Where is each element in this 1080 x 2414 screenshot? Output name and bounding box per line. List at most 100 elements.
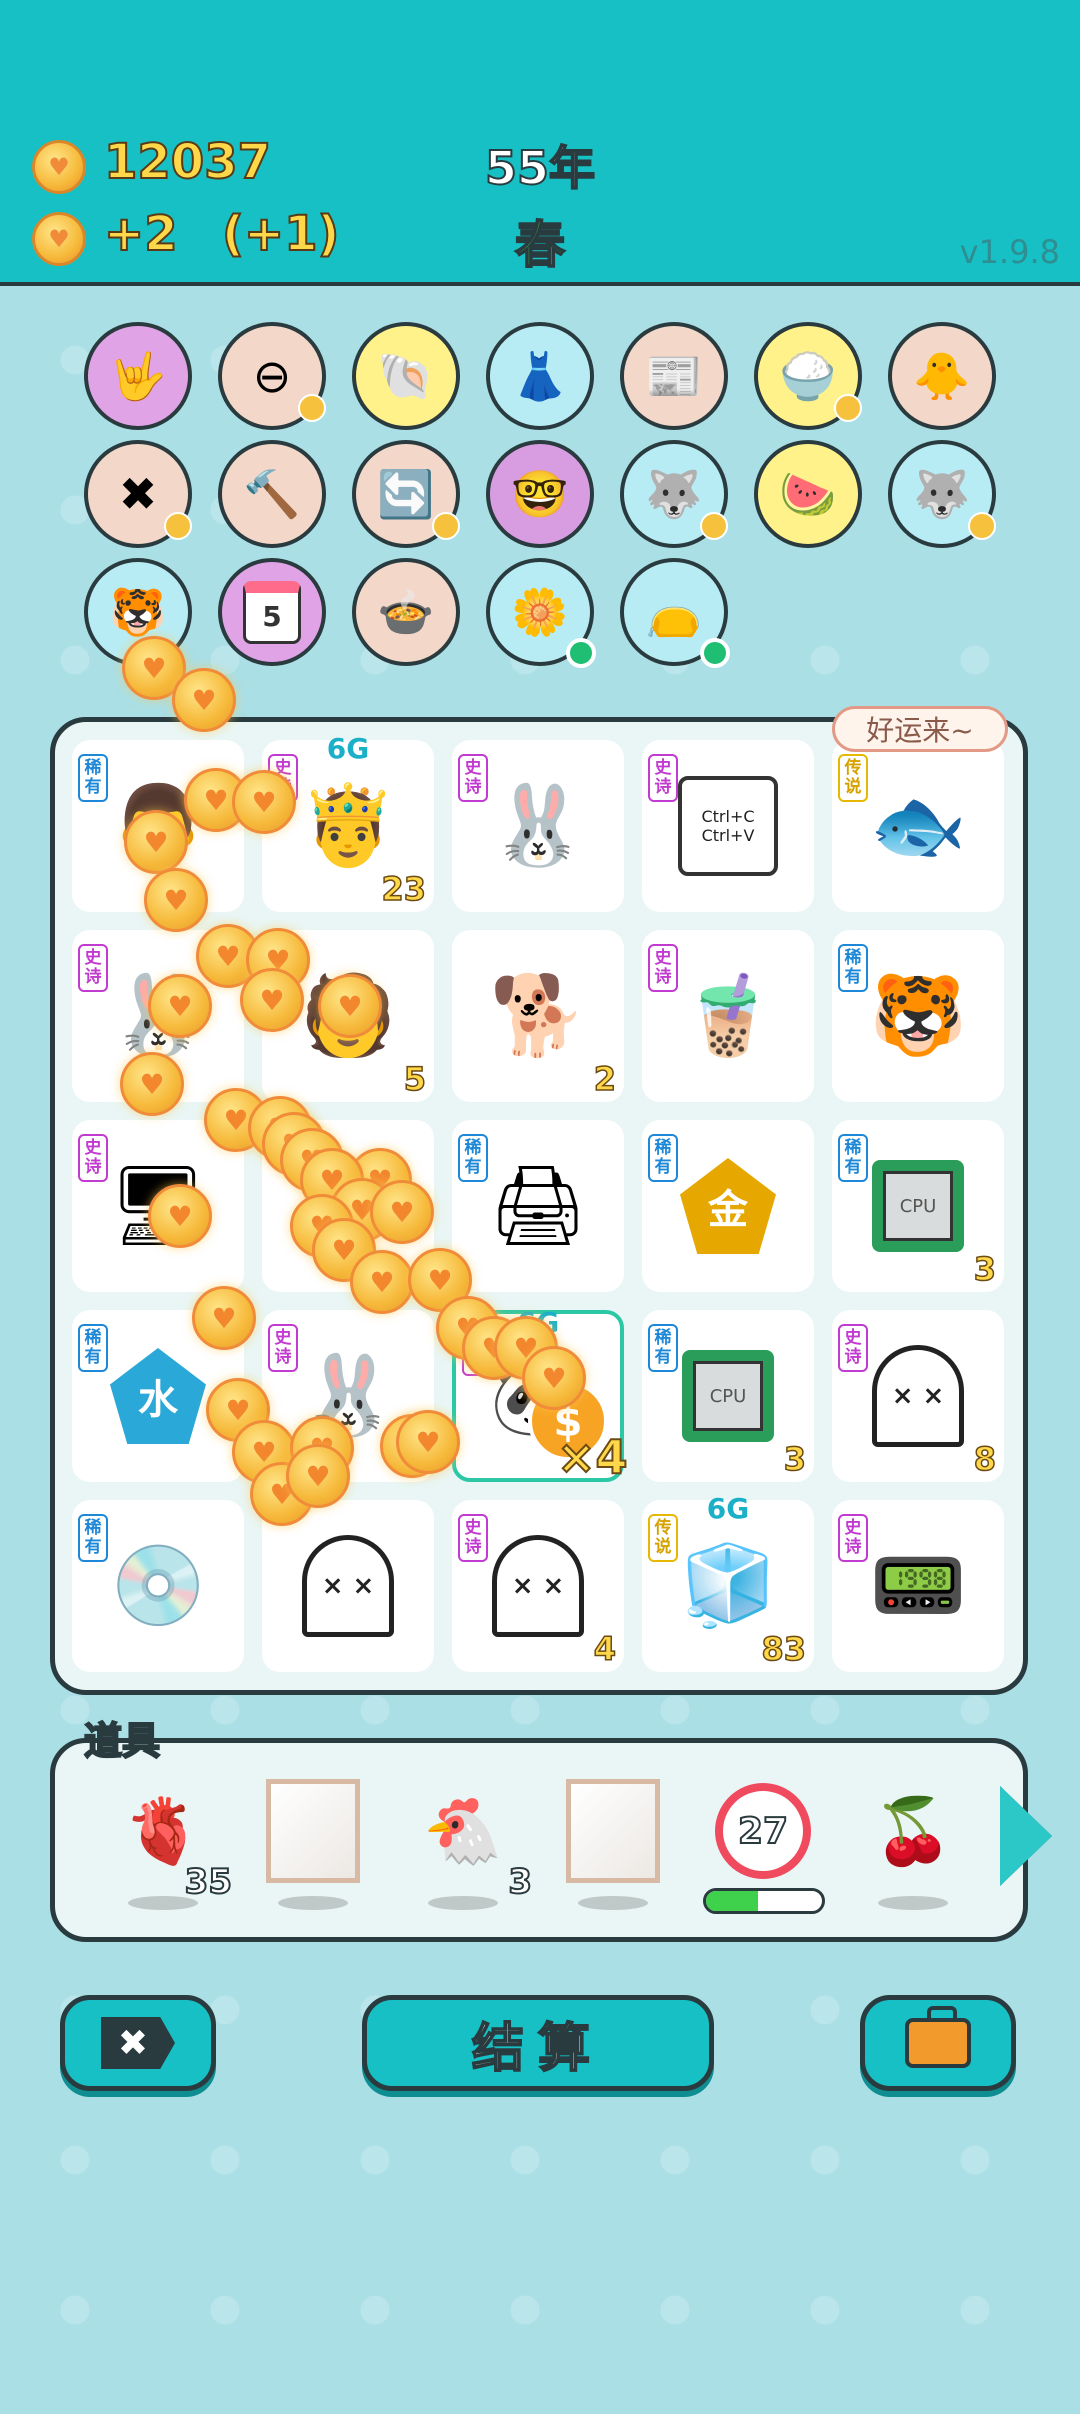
buff-rice-bowl[interactable]: 🍚	[754, 322, 862, 430]
rarity-tag: 稀有	[838, 1134, 868, 1182]
symbol-icon: 🐕	[489, 971, 587, 1061]
rarity-tag: 史诗	[838, 1514, 868, 1562]
buff-sack[interactable]: 👝	[620, 558, 730, 668]
time-magazine-icon: 📰	[645, 348, 703, 403]
board-cell[interactable]: 稀有 CPU 3	[832, 1120, 1004, 1292]
board-cell[interactable]: 稀有 CPU 3	[642, 1310, 814, 1482]
flying-coin-icon: ♥	[522, 1346, 586, 1410]
item-shadow	[428, 1896, 498, 1910]
rice-bowl-icon: 🍚	[779, 348, 837, 403]
buff-fruits[interactable]: 🍉	[754, 440, 862, 548]
symbol-count: 2	[593, 1059, 617, 1099]
rarity-tag: 稀有	[648, 1324, 678, 1372]
board-cell[interactable]: 稀有金	[642, 1120, 814, 1292]
6g-badge: 6G	[326, 732, 370, 765]
board-cell[interactable]: 🐕 2	[452, 930, 624, 1102]
board-cell[interactable]: 史诗 × × 4	[452, 1500, 624, 1672]
rarity-tag: 史诗	[458, 754, 488, 802]
rarity-tag: 史诗	[78, 944, 108, 992]
frame-icon	[566, 1779, 660, 1883]
copy-paste-icon: Ctrl+C Ctrl+V	[678, 776, 778, 876]
symbol-count: 5	[403, 1059, 427, 1099]
buff-chick[interactable]: 🐥	[888, 322, 996, 430]
shell-icon: 🐚	[377, 348, 435, 403]
buff-remove-tag[interactable]: ✖	[84, 440, 192, 548]
buff-refresh[interactable]: 🔄	[352, 440, 460, 548]
item-empty-frame[interactable]	[258, 1766, 368, 1910]
board-cell[interactable]: 稀有 🖨	[452, 1120, 624, 1292]
buff-rock-hand[interactable]: 🤟	[84, 322, 192, 430]
paste-text: Ctrl+V	[701, 826, 755, 845]
flying-coin-icon: ♥	[120, 1052, 184, 1116]
coin-mini-icon	[700, 512, 728, 540]
item-chicken[interactable]: 🐔 3	[408, 1766, 533, 1910]
item-empty-frame[interactable]	[558, 1766, 668, 1910]
buff-pot-duck[interactable]: 🍲	[352, 558, 460, 666]
chick-icon: 🐥	[913, 348, 971, 403]
ready-dot-icon	[700, 638, 730, 668]
buff-calendar[interactable]: 5	[218, 558, 326, 666]
skirt-icon: 👗	[511, 348, 569, 403]
buff-hammer[interactable]: 🔨	[218, 440, 326, 548]
fruits-icon: 🍉	[779, 466, 837, 521]
sack-icon: 👝	[645, 584, 703, 639]
flying-coin-icon: ♥	[350, 1250, 414, 1314]
flying-coin-icon: ♥	[124, 810, 188, 874]
cpu-label: CPU	[693, 1361, 763, 1431]
remove-icon: ✖	[101, 2017, 175, 2069]
rarity-tag: 史诗	[78, 1134, 108, 1182]
rock-hand-icon: 🤟	[109, 348, 167, 403]
board-cell[interactable]: 稀有 💿	[72, 1500, 244, 1672]
buff-flower-pot[interactable]: 🌼	[486, 558, 596, 668]
speech-bubble: 好运来~	[832, 706, 1008, 752]
board-cell[interactable]: 史诗🐰	[452, 740, 624, 912]
next-arrow-icon[interactable]	[1000, 1786, 1052, 1886]
flying-coin-icon: ♥	[396, 1410, 460, 1474]
symbol-icon: 🖨	[488, 1161, 588, 1251]
cpu-chip-icon: CPU	[872, 1160, 964, 1252]
board-cell[interactable]: 史诗 📟	[832, 1500, 1004, 1672]
item-liver[interactable]: 🫀 35	[108, 1766, 233, 1910]
item-shadow	[278, 1896, 348, 1910]
calendar-icon: 5	[243, 580, 301, 644]
board-cell[interactable]: 史诗 Ctrl+C Ctrl+V	[642, 740, 814, 912]
copy-text: Ctrl+C	[701, 807, 755, 826]
lychee-icon: 🍒	[873, 1794, 953, 1869]
remove-button[interactable]: ✖	[60, 1995, 216, 2091]
board-cell[interactable]: 传说 6G 🧊 83	[642, 1492, 814, 1672]
buff-no-entry[interactable]: ⊖	[218, 322, 326, 430]
buff-husky-2[interactable]: 🐺	[888, 440, 996, 548]
buff-husky[interactable]: 🐺	[620, 440, 728, 548]
rarity-tag: 史诗	[648, 754, 678, 802]
board-cell[interactable]: 稀有 🐯	[832, 930, 1004, 1102]
board-cell[interactable]: 史诗6G🤴23	[262, 732, 434, 912]
buff-shell[interactable]: 🐚	[352, 322, 460, 430]
rarity-tag: 稀有	[78, 1324, 108, 1372]
item-shadow	[578, 1896, 648, 1910]
item-lychee[interactable]: 🍒	[858, 1766, 968, 1910]
timer-icon: 27	[715, 1783, 811, 1879]
buff-time-magazine[interactable]: 📰	[620, 322, 728, 430]
symbol-count: 23	[381, 869, 427, 909]
buff-math-nerd[interactable]: 🤓	[486, 440, 594, 548]
husky-2-icon: 🐺	[913, 466, 971, 521]
pot-duck-icon: 🍲	[377, 584, 435, 639]
coin-mini-icon	[298, 394, 326, 422]
flying-coin-icon: ♥	[232, 770, 296, 834]
board-cell[interactable]: 史诗 × × 8	[832, 1310, 1004, 1482]
rarity-tag: 稀有	[648, 1134, 678, 1182]
board-cell[interactable]: 传说 🐟	[832, 740, 1004, 912]
symbol-icon: 🐯	[869, 971, 967, 1061]
item-timer[interactable]: 27	[708, 1766, 818, 1910]
inventory-button[interactable]	[860, 1995, 1016, 2091]
board-cell[interactable]: 史诗 🧋	[642, 930, 814, 1102]
symbol-count: 3	[973, 1249, 997, 1289]
settle-button[interactable]: 结算	[362, 1995, 714, 2091]
symbol-icon: 🧋	[679, 971, 777, 1061]
briefcase-icon	[905, 2006, 971, 2068]
board-cell[interactable]: × ×	[262, 1500, 434, 1672]
flower-pot-icon: 🌼	[511, 584, 569, 639]
flying-coin-icon: ♥	[370, 1180, 434, 1244]
buff-skirt[interactable]: 👗	[486, 322, 594, 430]
items-label: 道具	[83, 1718, 161, 1764]
